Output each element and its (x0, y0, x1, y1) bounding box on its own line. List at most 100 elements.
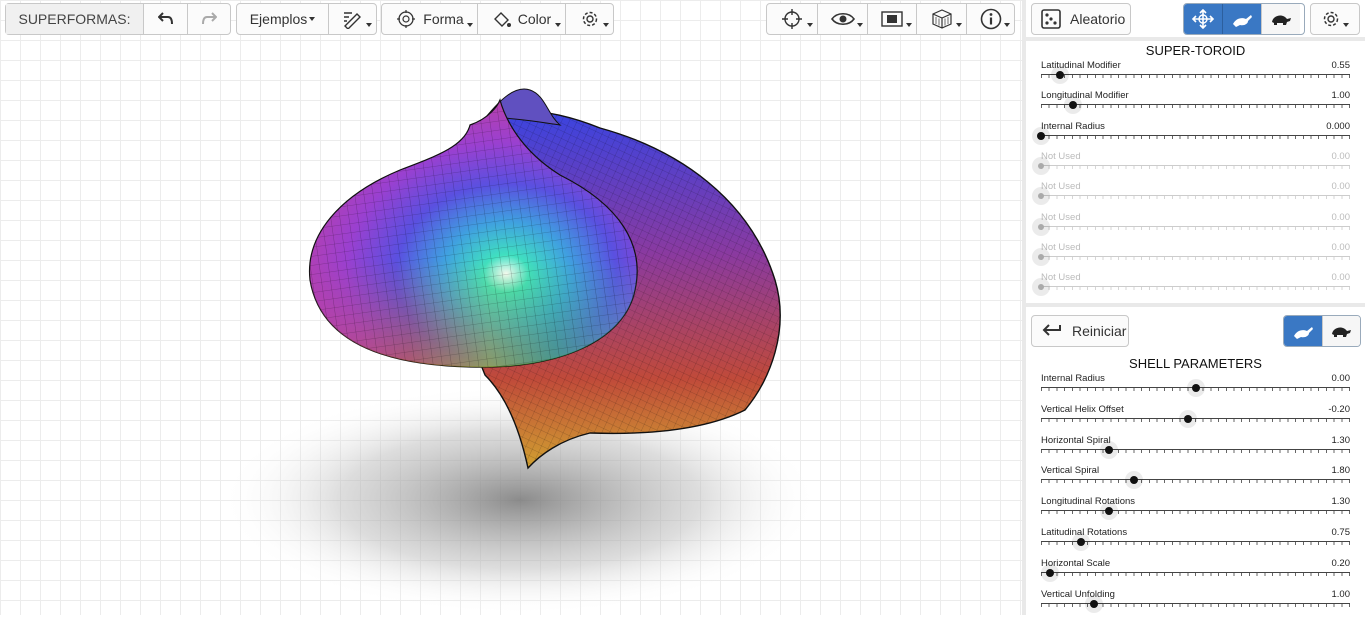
redo-button[interactable] (187, 4, 230, 34)
slider-track[interactable] (1041, 533, 1350, 551)
app-label: SUPERFORMAS: (6, 4, 143, 34)
slider-label: Horizontal Spiral (1041, 434, 1111, 446)
slider-track[interactable] (1041, 66, 1350, 84)
undo-icon (157, 12, 173, 25)
slider-track[interactable] (1041, 563, 1350, 582)
slider-track[interactable] (1041, 594, 1350, 613)
slider-track (1032, 156, 1350, 175)
turtle-icon (1332, 327, 1352, 337)
panel-settings-dropdown[interactable] (1310, 3, 1360, 35)
panel-divider (1026, 303, 1365, 307)
camera-target-dropdown[interactable] (767, 4, 817, 34)
move-icon (1191, 9, 1215, 29)
slider-track[interactable] (1032, 126, 1350, 145)
parameter-slider: Longitudinal Rotations 1.30 (1041, 496, 1365, 526)
slow-mode-button[interactable] (1261, 4, 1300, 34)
slider-value: -0.20 (1328, 403, 1350, 415)
superformula-shell-render[interactable] (0, 0, 1022, 615)
info-dropdown[interactable] (966, 4, 1014, 34)
super-toroid-title: SUPER-TOROID (1145, 43, 1246, 58)
3d-viewport[interactable]: SUPERFORMAS: Ejemplos Forma Color (0, 0, 1022, 615)
parameter-slider: Latitudinal Rotations 0.75 (1041, 527, 1365, 557)
slider-track[interactable] (1041, 96, 1350, 115)
shell-mode-toggle-group (1283, 315, 1361, 347)
color-dropdown[interactable]: Color (477, 4, 565, 34)
caret-down-icon (309, 17, 316, 21)
parameter-slider: Vertical Unfolding 1.00 (1041, 589, 1365, 619)
shell-parameters-title: SHELL PARAMETERS (1129, 356, 1262, 371)
gear-icon (582, 11, 597, 27)
app-toolbar-group: SUPERFORMAS: (5, 3, 231, 35)
shape-label: Forma (423, 11, 464, 27)
info-icon (980, 8, 1001, 30)
slider-handle[interactable] (1072, 533, 1091, 551)
slider-value: 0.00 (1331, 211, 1351, 223)
color-label: Color (517, 11, 552, 27)
slider-handle (1032, 217, 1050, 236)
slider-handle[interactable] (1124, 471, 1143, 490)
slider-value: 0.00 (1331, 241, 1351, 253)
slider-label: Internal Radius (1041, 373, 1105, 384)
slider-value: 0.00 (1331, 181, 1351, 193)
slider-handle (1032, 247, 1050, 266)
panel-divider (1026, 37, 1365, 41)
eye-icon (830, 12, 855, 26)
slider-handle[interactable] (1186, 379, 1205, 397)
slider-track[interactable] (1041, 502, 1350, 521)
mode-toggle-group (1183, 3, 1305, 35)
slider-value: 0.00 (1331, 150, 1351, 162)
move-mode-button[interactable] (1184, 4, 1222, 34)
slow-mode-button[interactable] (1321, 316, 1360, 346)
cube-view-dropdown[interactable] (916, 4, 966, 34)
parameter-slider: Vertical Helix Offset -0.20 (1041, 404, 1365, 434)
slider-track[interactable] (1041, 471, 1350, 490)
slider-value: 1.30 (1331, 496, 1351, 508)
slider-label: Vertical Helix Offset (1041, 403, 1124, 415)
examples-toolbar-group: Ejemplos (236, 3, 377, 35)
parameter-slider: Vertical Spiral 1.80 (1041, 465, 1365, 495)
parameters-panel: Aleatorio SUPER-TOROID Latitudinal Modif… (1026, 0, 1365, 615)
parameter-slider: Internal Radius 0.00 (1041, 373, 1365, 403)
random-button[interactable]: Aleatorio (1031, 3, 1131, 35)
fast-mode-button[interactable] (1284, 316, 1322, 346)
slider-handle[interactable] (1050, 66, 1069, 84)
parameter-slider: Horizontal Scale 0.20 (1041, 558, 1365, 588)
slider-handle[interactable] (1084, 594, 1103, 613)
slider-handle (1032, 156, 1050, 175)
paint-bucket-icon (493, 12, 511, 27)
slider-handle[interactable] (1041, 563, 1060, 582)
slider-handle[interactable] (1032, 126, 1050, 145)
slider-value: 0.20 (1331, 557, 1351, 569)
fast-mode-button[interactable] (1222, 4, 1261, 34)
undo-button[interactable] (143, 4, 187, 34)
flower-shape-icon (397, 10, 416, 28)
examples-dropdown[interactable]: Ejemplos (237, 4, 328, 34)
slider-handle[interactable] (1099, 440, 1118, 459)
slider-track[interactable] (1041, 409, 1350, 428)
slider-handle[interactable] (1064, 96, 1083, 115)
hare-icon (1233, 15, 1252, 27)
display-mode-icon (881, 11, 903, 27)
slider-value: 0.00 (1331, 373, 1351, 384)
pencil-edit-icon (343, 12, 361, 29)
slider-track[interactable] (1041, 379, 1350, 397)
slider-handle[interactable] (1099, 502, 1118, 521)
parameter-slider: Not Used 0.00 (1032, 211, 1365, 242)
shape-dropdown[interactable]: Forma (382, 4, 477, 34)
slider-track[interactable] (1041, 440, 1350, 459)
slider-value: 1.30 (1331, 434, 1351, 446)
examples-label: Ejemplos (249, 11, 308, 27)
slider-handle[interactable] (1178, 409, 1197, 428)
visibility-dropdown[interactable] (817, 4, 867, 34)
dice-icon (1041, 9, 1061, 29)
parameter-slider: Internal Radius 0.000 (1032, 120, 1365, 151)
draw-dropdown[interactable] (328, 4, 376, 34)
slider-value: 0.00 (1331, 272, 1351, 284)
reset-button[interactable]: Reiniciar (1031, 315, 1129, 347)
slider-label: Vertical Unfolding (1041, 588, 1115, 600)
parameter-slider: Not Used 0.00 (1032, 181, 1365, 211)
slider-value: 1.00 (1331, 588, 1351, 600)
settings-dropdown[interactable] (565, 4, 613, 34)
slider-value: 0.000 (1326, 120, 1350, 132)
display-mode-dropdown[interactable] (867, 4, 916, 34)
